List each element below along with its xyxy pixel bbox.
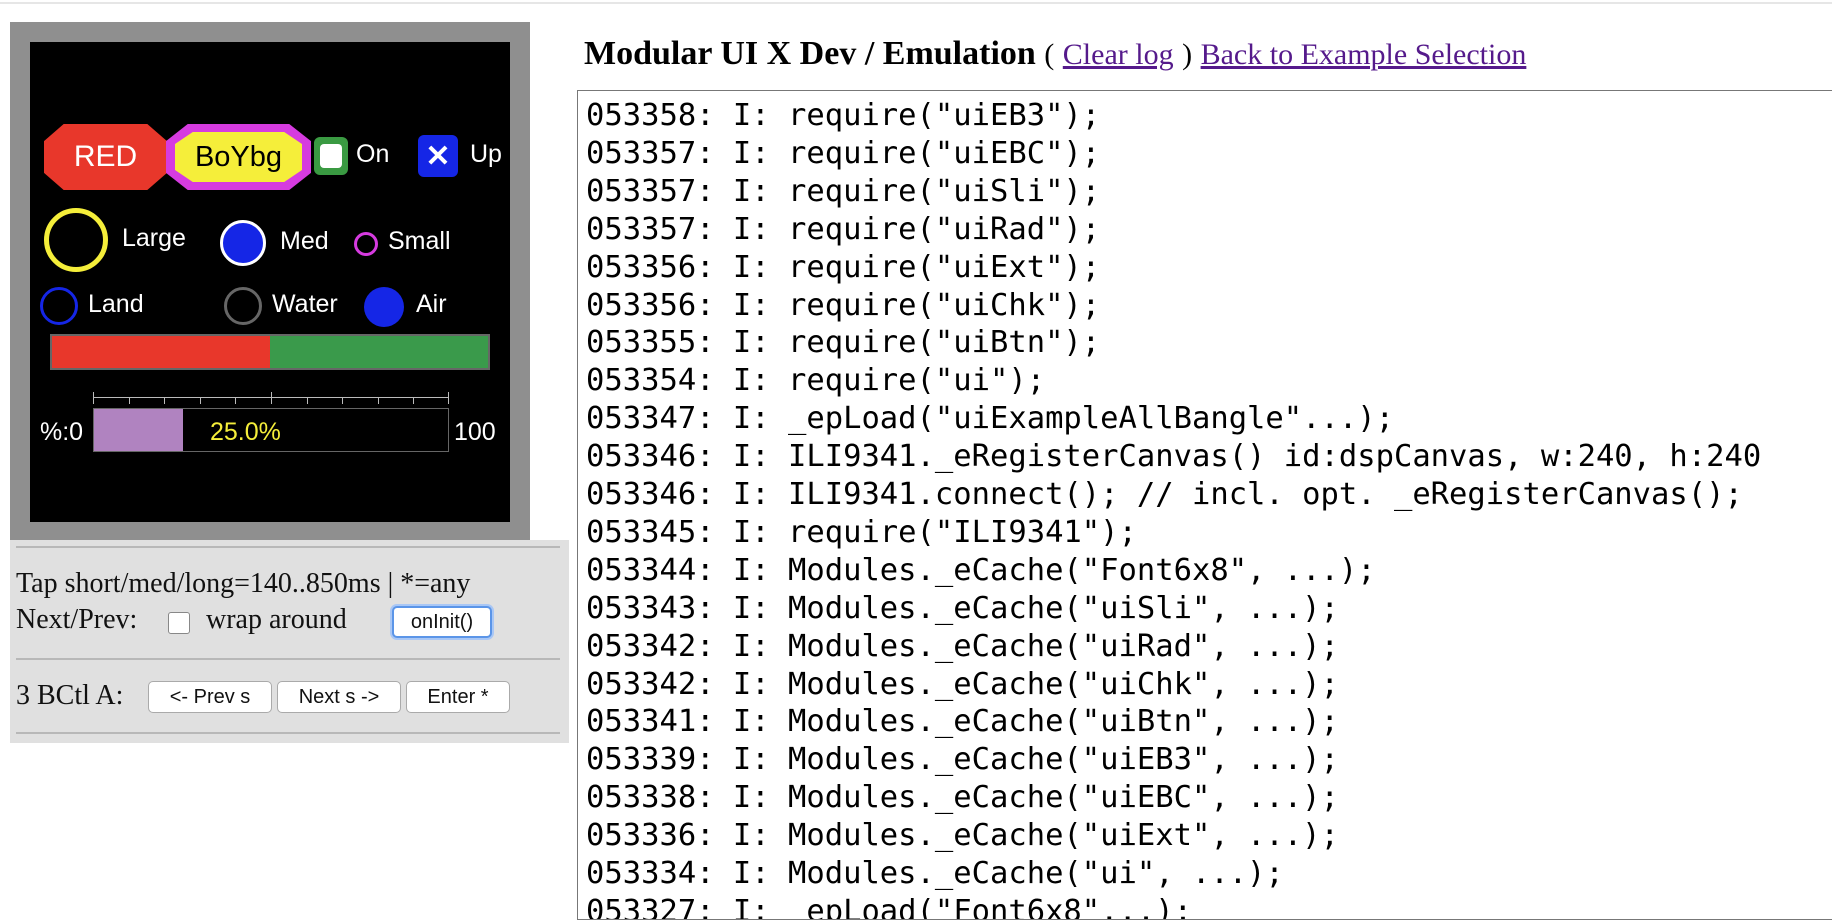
log-line: 053341: I: Modules._eCache("uiBtn", ...)… <box>586 704 1339 740</box>
open-paren: ( <box>1044 38 1055 71</box>
slider-tick <box>448 392 449 404</box>
split-bar-frame <box>50 334 490 370</box>
display-canvas[interactable]: RED BoYbg On ✕ Up Large Med Small Land W… <box>30 42 510 522</box>
water-radio-icon[interactable] <box>224 287 262 325</box>
log-line: 053346: I: ILI9341._eRegisterCanvas() id… <box>586 439 1762 475</box>
large-radio-label: Large <box>122 224 186 252</box>
slider-min-label: %:0 <box>40 418 84 446</box>
boybg-button-label: BoYbg <box>194 140 283 173</box>
log-line: 053345: I: require("ILI9341"); <box>586 514 1137 550</box>
slider-tick <box>378 397 379 404</box>
back-to-examples-link[interactable]: Back to Example Selection <box>1201 38 1527 71</box>
slider-tick <box>200 397 201 404</box>
log-line: 053355: I: require("uiBtn"); <box>586 325 1101 361</box>
log-line: 053342: I: Modules._eCache("uiRad", ...)… <box>586 628 1339 664</box>
small-radio-label: Small <box>388 227 451 255</box>
log-line: 053339: I: Modules._eCache("uiEB3", ...)… <box>586 742 1339 778</box>
page-title: Modular UI X Dev / Emulation <box>584 35 1036 72</box>
divider <box>16 546 560 548</box>
page-header: Modular UI X Dev / Emulation ( Clear log… <box>584 35 1526 73</box>
slider-value-label: 25.0% <box>210 418 281 446</box>
log-line: 053344: I: Modules._eCache("Font6x8", ..… <box>586 552 1376 588</box>
controls-panel: Tap short/med/long=140..850ms | *=any Ne… <box>10 540 569 743</box>
log-line: 053343: I: Modules._eCache("uiSli", ...)… <box>586 590 1339 626</box>
air-radio-icon[interactable] <box>364 287 404 327</box>
slider-tick <box>342 397 343 404</box>
log-line: 053342: I: Modules._eCache("uiChk", ...)… <box>586 666 1339 702</box>
slider-tick <box>164 397 165 404</box>
tap-info: Tap short/med/long=140..850ms | *=any <box>16 568 471 599</box>
slider-tick <box>235 397 236 404</box>
log-line: 053357: I: require("uiEBC"); <box>586 135 1101 171</box>
med-radio-icon[interactable] <box>220 220 266 266</box>
log-line: 053358: I: require("uiEB3"); <box>586 98 1101 133</box>
large-radio-icon[interactable] <box>44 208 108 272</box>
slider-max-label: 100 <box>454 418 496 446</box>
air-radio-label: Air <box>416 290 447 318</box>
slider-tick <box>413 397 414 404</box>
red-button[interactable]: RED <box>44 124 167 190</box>
enter-button[interactable]: Enter * <box>406 681 510 713</box>
close-paren: ) <box>1182 38 1193 71</box>
log-output[interactable]: 053358: I: require("uiEB3"); 053357: I: r… <box>577 90 1832 920</box>
up-checkbox-label: Up <box>470 140 502 168</box>
log-line: 053357: I: require("uiSli"); <box>586 173 1101 209</box>
log-line: 053327: I: _epLoad("Font6x8"...); <box>586 893 1192 920</box>
checkmark-x-icon: ✕ <box>425 139 451 173</box>
slider-tick <box>307 397 308 404</box>
log-line: 053356: I: require("uiExt"); <box>586 249 1101 285</box>
wrap-around-checkbox[interactable] <box>168 612 190 634</box>
slider-tick <box>271 392 272 404</box>
land-radio-icon[interactable] <box>40 287 78 325</box>
on-checkbox[interactable] <box>314 137 348 175</box>
bctl-label: 3 BCtl A: <box>16 680 124 711</box>
slider-tick <box>129 397 130 404</box>
wrap-around-label: wrap around <box>206 604 347 635</box>
med-radio-label: Med <box>280 227 329 255</box>
log-line: 053346: I: ILI9341.connect(); // incl. o… <box>586 477 1743 512</box>
log-line: 053338: I: Modules._eCache("uiEBC", ...)… <box>586 780 1339 816</box>
next-button[interactable]: Next s -> <box>277 681 401 713</box>
land-radio-label: Land <box>88 290 144 318</box>
next-prev-label: Next/Prev: <box>16 604 138 635</box>
log-line: 053347: I: _epLoad("uiExampleAllBangle".… <box>586 401 1394 437</box>
up-checkbox[interactable]: ✕ <box>418 135 458 177</box>
red-button-label: RED <box>73 140 138 173</box>
water-radio-label: Water <box>272 290 338 318</box>
divider <box>16 732 560 734</box>
top-divider <box>0 2 1832 4</box>
prev-button[interactable]: <- Prev s <box>148 681 272 713</box>
on-checkbox-label: On <box>356 140 390 168</box>
boybg-button[interactable]: BoYbg <box>175 132 302 182</box>
log-line: 053354: I: require("ui"); <box>586 363 1046 399</box>
log-line: 053334: I: Modules._eCache("ui", ...); <box>586 856 1284 891</box>
log-line: 053357: I: require("uiRad"); <box>586 211 1101 247</box>
oninit-button[interactable]: onInit() <box>392 606 492 638</box>
divider <box>16 658 560 660</box>
small-radio-icon[interactable] <box>354 232 378 256</box>
log-line: 053356: I: require("uiChk"); <box>586 287 1101 323</box>
slider-tick <box>93 392 94 404</box>
clear-log-link[interactable]: Clear log <box>1063 38 1174 71</box>
log-line: 053336: I: Modules._eCache("uiExt", ...)… <box>586 818 1339 854</box>
